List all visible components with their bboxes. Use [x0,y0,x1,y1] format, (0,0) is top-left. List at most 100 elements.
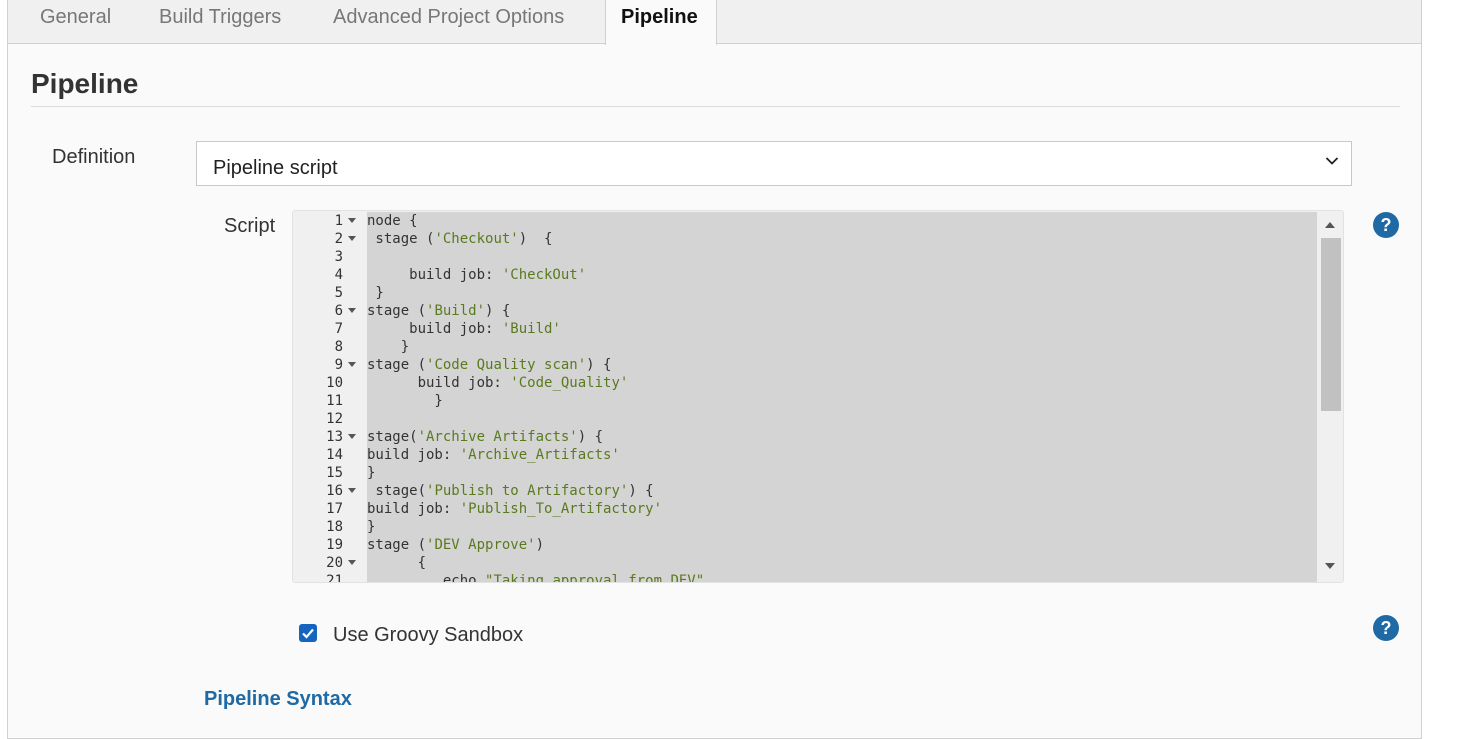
pipeline-syntax-link[interactable]: Pipeline Syntax [204,688,352,711]
scroll-down-icon[interactable] [1325,563,1335,569]
code-text: } [367,519,376,535]
code-line[interactable]: } [367,464,1317,482]
line-number: 18 [326,519,343,535]
section-divider [31,106,1400,107]
code-text: stage( [367,483,427,499]
tab-general[interactable]: General [40,0,111,44]
scroll-up-icon[interactable] [1325,222,1335,228]
code-text: } [367,339,410,355]
gutter-line: 9 [293,356,367,374]
groovy-sandbox-label[interactable]: Use Groovy Sandbox [333,624,523,647]
code-line[interactable]: } [367,284,1317,302]
line-number: 4 [334,267,343,283]
code-line[interactable]: } [367,338,1317,356]
gutter-line: 14 [293,446,367,464]
editor-scrollbar[interactable] [1317,212,1343,582]
gutter-line: 16 [293,482,367,500]
code-text: ) { [586,357,612,373]
code-text: ) { [577,429,604,445]
gutter-line: 2 [293,230,367,248]
line-number: 6 [334,303,343,319]
code-line[interactable]: { [367,554,1317,572]
code-line[interactable]: stage ('Code Quality scan') { [367,356,1317,374]
code-line[interactable]: stage('Archive Artifacts') { [367,428,1317,446]
fold-arrow-icon[interactable] [348,434,356,439]
gutter-line: 19 [293,536,367,554]
code-line[interactable]: build job: 'Publish_To_Artifactory' [367,500,1317,518]
line-number: 13 [326,429,343,445]
line-number: 14 [326,447,343,463]
code-line[interactable]: build job: 'Build' [367,320,1317,338]
gutter-line: 7 [293,320,367,338]
code-line[interactable]: } [367,518,1317,536]
gutter-line: 11 [293,392,367,410]
gutter-line: 15 [293,464,367,482]
code-text: node { [367,213,418,229]
config-panel: General Build Triggers Advanced Project … [7,0,1422,739]
code-string: 'CheckOut' [501,267,587,283]
sandbox-help-icon[interactable]: ? [1373,615,1399,641]
scrollbar-thumb[interactable] [1321,238,1341,411]
code-string: 'Archive_Artifacts' [459,447,620,463]
code-string: 'Publish_To_Artifactory' [459,501,663,517]
fold-arrow-icon[interactable] [348,362,356,367]
line-number: 7 [334,321,343,337]
code-text: build job: [367,267,502,283]
line-number: 15 [326,465,343,481]
fold-arrow-icon[interactable] [348,488,356,493]
code-line[interactable]: } [367,392,1317,410]
groovy-sandbox-checkbox[interactable] [299,624,317,642]
code-text: } [367,465,376,481]
code-text: build job: [367,501,460,517]
code-text: stage( [367,429,418,445]
gutter-line: 10 [293,374,367,392]
line-number: 20 [326,555,343,571]
fold-arrow-icon[interactable] [348,308,356,313]
code-line[interactable]: stage ('DEV Approve') [367,536,1317,554]
code-text: stage ( [367,303,427,319]
tab-advanced-project-options[interactable]: Advanced Project Options [333,0,564,44]
gutter-line: 3 [293,248,367,266]
code-line[interactable]: echo "Taking approval from DEV" [367,572,1317,583]
gutter-line: 1 [293,212,367,230]
code-line[interactable]: stage ('Checkout') { [367,230,1317,248]
code-line[interactable] [367,410,1317,428]
chevron-down-icon [1325,157,1339,165]
script-help-icon[interactable]: ? [1373,212,1399,238]
code-string: 'Checkout' [434,231,519,247]
tab-pipeline[interactable]: Pipeline [605,0,717,45]
code-string: 'Publish to Artifactory' [426,483,629,499]
checkmark-icon [302,628,314,639]
gutter-line: 20 [293,554,367,572]
line-number: 10 [326,375,343,391]
code-line[interactable]: node { [367,212,1317,230]
line-number: 3 [334,249,343,265]
gutter-line: 4 [293,266,367,284]
line-number: 8 [334,339,343,355]
script-editor[interactable]: 1 2 3 4 5 6 7 8 9 10 11 12 13 14 15 16 17 18 19 20 21 node {… [292,210,1344,583]
fold-arrow-icon[interactable] [348,236,356,241]
code-line[interactable]: stage('Publish to Artifactory') { [367,482,1317,500]
code-area[interactable]: node { stage ('Checkout') { build job: '… [367,212,1317,583]
tab-build-triggers[interactable]: Build Triggers [159,0,281,44]
line-number: 17 [326,501,343,517]
code-line[interactable]: build job: 'Archive_Artifacts' [367,446,1317,464]
code-text: } [367,393,443,409]
code-text: stage ( [367,537,427,553]
code-line[interactable]: build job: 'CheckOut' [367,266,1317,284]
code-line[interactable] [367,248,1317,266]
fold-arrow-icon[interactable] [348,560,356,565]
code-text: ) { [485,303,511,319]
code-text: build job: [367,375,511,391]
code-line[interactable]: build job: 'Code_Quality' [367,374,1317,392]
definition-select[interactable]: Pipeline script [196,141,1352,186]
code-string: "Taking approval from DEV" [485,573,705,583]
code-line[interactable]: stage ('Build') { [367,302,1317,320]
code-text: build job: [367,321,502,337]
code-string: 'Build' [501,321,561,337]
tab-bar: General Build Triggers Advanced Project … [8,0,1421,45]
code-text: } [367,285,384,301]
gutter-line: 8 [293,338,367,356]
fold-arrow-icon[interactable] [348,218,356,223]
gutter-line: 17 [293,500,367,518]
